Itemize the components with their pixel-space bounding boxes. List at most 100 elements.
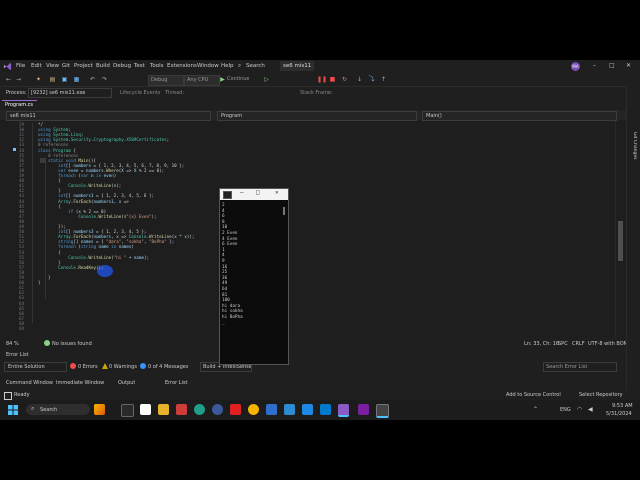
console-maximize-icon[interactable]: □ [256,189,260,196]
zoom-level[interactable]: 84 % [6,341,19,347]
break-all-icon[interactable]: ❚❚ [317,75,327,84]
menu-edit[interactable]: Edit [31,63,42,69]
menu-build[interactable]: Build [96,63,110,69]
volume-icon[interactable]: ◀ [588,406,593,413]
line-number: 69 [18,326,24,331]
edge-icon[interactable] [194,404,205,415]
process-dropdown[interactable]: [9232] se6 mis11.exe [28,88,112,98]
console-minimize-icon[interactable]: – [240,189,244,196]
youtube-icon[interactable] [230,404,241,415]
new-project-icon[interactable]: ✦ [34,75,43,84]
app-icon-2[interactable] [176,404,187,415]
tab-program-cs[interactable]: Program.cs [2,100,37,110]
back-icon[interactable]: ← [4,75,13,84]
add-to-source-control[interactable]: Add to Source Control [506,392,561,398]
platform-dropdown[interactable]: Any CPU [184,75,220,86]
editor-scrollbar[interactable] [615,121,625,337]
photoshop-icon[interactable] [284,404,295,415]
process-label: Process: [6,90,27,96]
windows-start-icon[interactable] [8,405,18,415]
menu-test[interactable]: Test [134,63,145,69]
clock-time[interactable]: 9:53 AM [612,403,633,409]
tab-immediate-window[interactable]: Immediate Window [56,380,104,386]
select-repository[interactable]: Select Repository [579,392,623,398]
run-without-debug-icon[interactable]: ▷ [262,75,271,84]
vscode-icon[interactable] [320,404,331,415]
search-icon[interactable]: ⌕ [238,63,241,70]
cursor-position[interactable]: Ln: 33, Ch: 16 [524,341,559,347]
messages-filter[interactable]: 0 of 4 Messages [148,364,188,370]
app-icon-3[interactable] [266,404,277,415]
code-editor[interactable]: 29 */30 using System; 31 using System.Linq; 3… [0,121,626,337]
search-error-list-input[interactable]: Search Error List [543,362,617,372]
widget-icon[interactable] [94,404,105,415]
minimize-icon[interactable]: – [593,62,596,69]
errors-filter[interactable]: 0 Errors [78,364,98,370]
issues-status[interactable]: No issues found [52,341,92,347]
scope-dropdown[interactable]: Entire Solution [4,362,67,372]
save-all-icon[interactable]: ▦ [72,75,81,84]
taskbar-search-box[interactable]: ⌕ Search [26,404,90,415]
lifecycle-events-button[interactable]: Lifecycle Events [120,90,160,96]
console-close-icon[interactable]: ✕ [275,189,279,196]
file-encoding[interactable]: UTF-8 with BOM [588,341,628,347]
menu-git[interactable]: Git [62,63,70,69]
file-explorer-icon[interactable] [158,404,169,415]
taskbar-search-label: Search [40,407,58,413]
app-icon[interactable] [140,404,151,415]
redo-icon[interactable]: ↷ [100,75,109,84]
undo-icon[interactable]: ↶ [88,75,97,84]
menu-extensions[interactable]: Extensions [167,63,197,69]
app-icon-5[interactable] [358,404,369,415]
scrollbar-thumb[interactable] [618,221,623,261]
maximize-icon[interactable]: □ [609,62,615,69]
continue-button[interactable]: Continue [227,76,249,82]
console-line: 4 Even [222,236,238,242]
visual-studio-logo-icon [3,62,12,71]
tab-output[interactable]: Output [118,380,135,386]
document-tabs: Program.cs [0,100,626,110]
console-window[interactable]: – □ ✕ 2 4 6 8 10 2 Even 4 Even 6 Even 1 4 9 16 25 36 4… [219,188,289,365]
git-changes-tab[interactable]: Git Changes [627,132,637,160]
tab-command-window[interactable]: Command Window [6,380,53,386]
stop-icon[interactable]: ■ [328,75,337,84]
member-dropdown[interactable]: Main() [422,111,617,121]
menu-search[interactable]: Search [246,63,265,69]
step-out-icon[interactable]: ↑ [379,75,388,84]
menu-project[interactable]: Project [74,63,93,69]
tab-error-list[interactable]: Error List [165,380,188,386]
line-endings[interactable]: CRLF [572,341,585,347]
save-icon[interactable]: ▣ [60,75,69,84]
close-icon[interactable]: ✕ [626,62,631,69]
menu-window[interactable]: Window [197,63,219,69]
wifi-icon[interactable]: ◠ [577,406,582,413]
menu-view[interactable]: View [46,63,59,69]
continue-icon[interactable]: ▶ [218,75,227,84]
menu-file[interactable]: File [16,63,25,69]
project-dropdown[interactable]: se6 mis11 [6,111,211,121]
app-icon-4[interactable] [302,404,313,415]
tray-chevron-icon[interactable]: ⌃ [533,406,538,413]
menu-help[interactable]: Help [221,63,234,69]
step-into-icon[interactable]: ↓ [355,75,364,84]
visual-studio-taskbar-icon[interactable] [338,404,349,417]
whitespace-mode[interactable]: SPC [558,341,568,347]
class-dropdown[interactable]: Program [217,111,417,121]
configuration-dropdown[interactable]: Debug [148,75,184,86]
input-language[interactable]: ENG [560,407,571,413]
restart-icon[interactable]: ↻ [340,75,349,84]
chrome-icon[interactable] [248,404,259,415]
console-taskbar-icon[interactable] [376,404,389,418]
console-line: 81 [222,292,228,298]
warnings-filter[interactable]: 0 Warnings [109,364,137,370]
account-avatar[interactable]: MA [571,62,580,71]
open-folder-icon[interactable]: ▤ [48,75,57,84]
menu-tools[interactable]: Tools [150,63,164,69]
forward-icon[interactable]: → [14,75,23,84]
console-scrollbar[interactable] [283,207,285,215]
facebook-icon[interactable] [212,404,223,415]
clock-date[interactable]: 5/31/2024 [606,411,632,417]
task-view-icon[interactable] [121,404,134,417]
step-over-icon[interactable]: ⤵ [367,75,376,84]
menu-debug[interactable]: Debug [113,63,131,69]
